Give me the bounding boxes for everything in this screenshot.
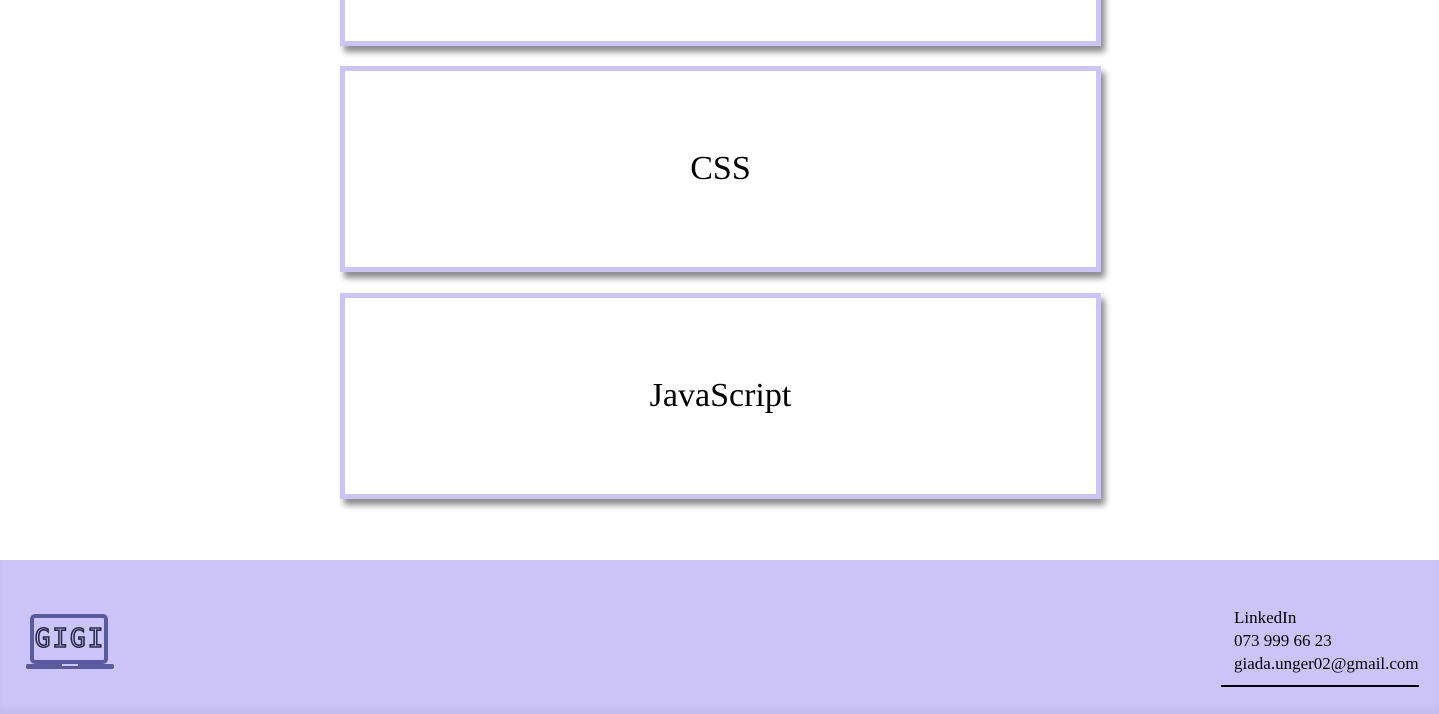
linkedin-link[interactable]: LinkedIn <box>1234 606 1419 629</box>
email-link[interactable]: giada.unger02@gmail.com <box>1234 652 1419 675</box>
footer: GIGI LinkedIn 073 999 66 23 giada.unger0… <box>0 560 1439 714</box>
contact-info: LinkedIn 073 999 66 23 giada.unger02@gma… <box>1221 606 1419 687</box>
logo-text: GIGI <box>35 624 106 654</box>
laptop-icon: GIGI <box>26 614 114 669</box>
skill-card-css: CSS <box>340 66 1101 272</box>
phone-number: 073 999 66 23 <box>1234 631 1332 650</box>
skill-card-label: JavaScript <box>649 377 792 414</box>
page: CSS JavaScript GIGI LinkedIn 073 999 66 … <box>0 0 1439 714</box>
logo[interactable]: GIGI <box>24 612 118 672</box>
skill-card-label: CSS <box>690 150 751 187</box>
skill-card-top <box>340 0 1101 46</box>
skill-card-javascript: JavaScript <box>340 293 1101 499</box>
